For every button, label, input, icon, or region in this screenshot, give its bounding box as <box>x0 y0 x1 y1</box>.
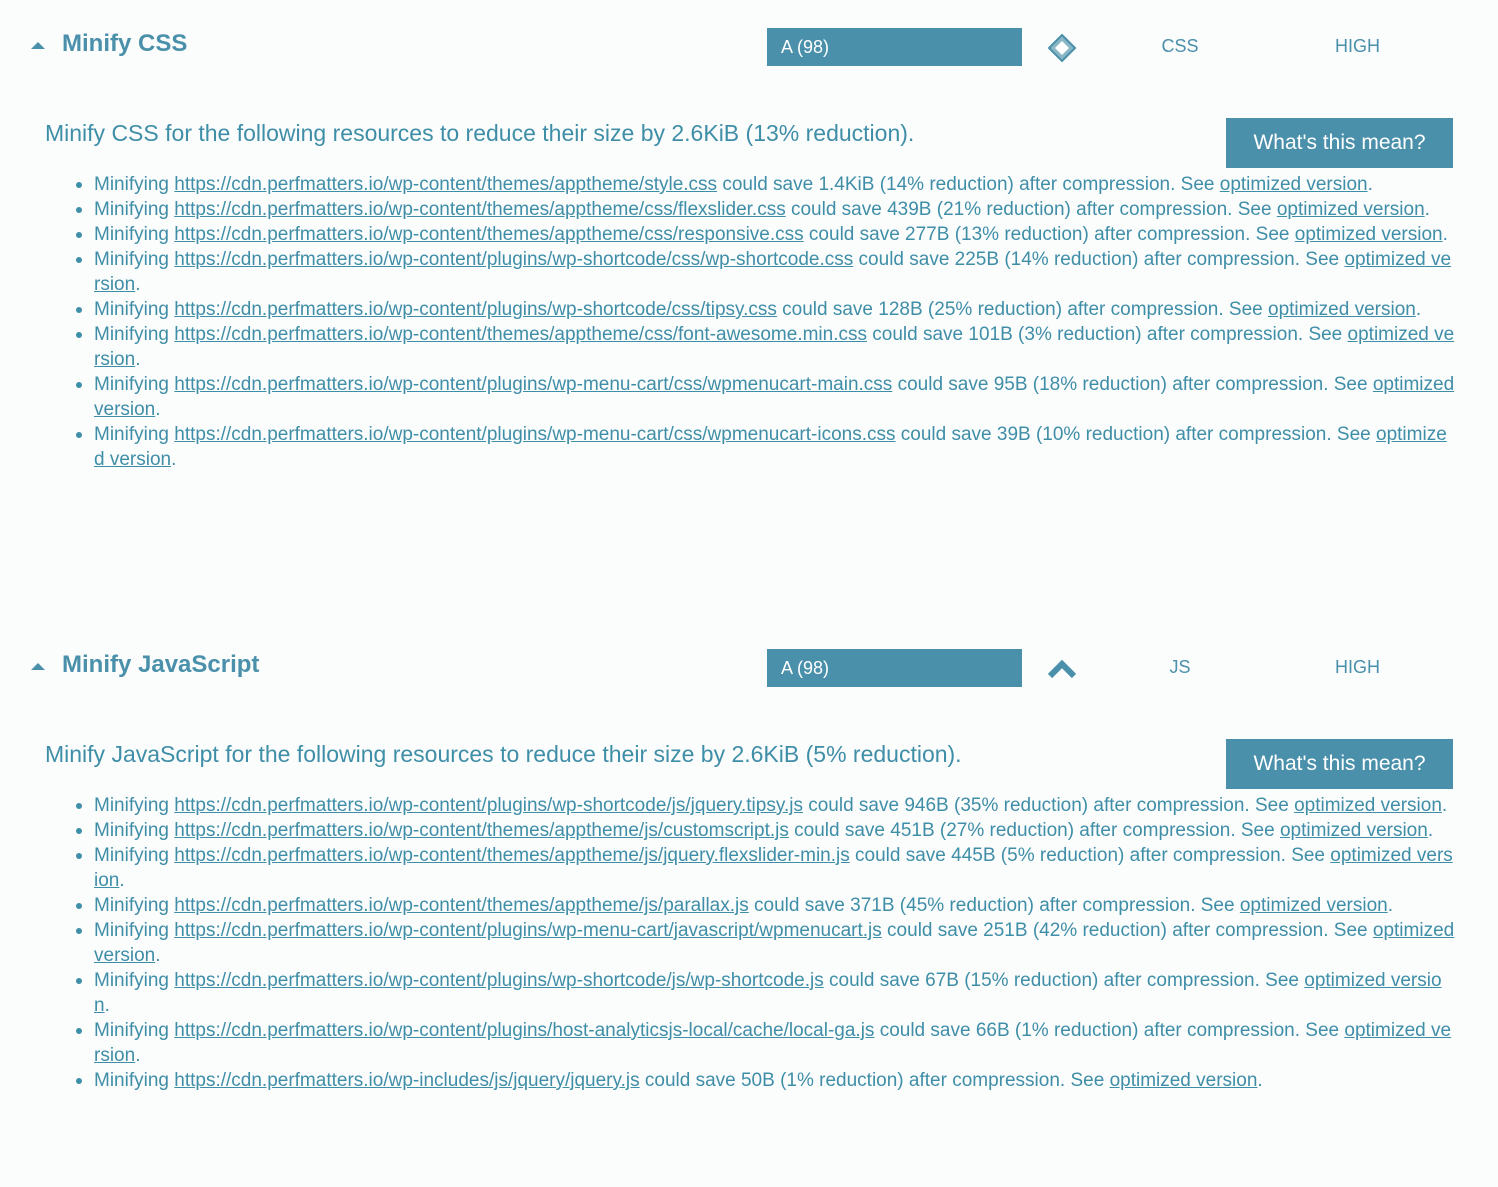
resource-url-link[interactable]: https://cdn.perfmatters.io/wp-content/pl… <box>174 249 853 270</box>
resource-url-link[interactable]: https://cdn.perfmatters.io/wp-content/pl… <box>174 970 823 991</box>
list-item: Minifying https://cdn.perfmatters.io/wp-… <box>76 297 1455 322</box>
list-item: Minifying https://cdn.perfmatters.io/wp-… <box>76 793 1455 818</box>
resource-list: Minifying https://cdn.perfmatters.io/wp-… <box>45 172 1455 472</box>
optimized-version-link[interactable]: optimized version <box>1268 299 1416 320</box>
recommendation-minify-css: Minify CSS A (98) CSS HIGH Minify CSS fo… <box>0 28 1498 470</box>
resource-type: JS <box>1169 657 1191 677</box>
recommendation-header[interactable]: Minify JavaScript A (98) JS HIGH <box>0 649 1498 689</box>
list-item: Minifying https://cdn.perfmatters.io/wp-… <box>76 1018 1455 1068</box>
resource-url-link[interactable]: https://cdn.perfmatters.io/wp-content/th… <box>174 224 803 245</box>
resource-url-link[interactable]: https://cdn.perfmatters.io/wp-content/th… <box>174 820 789 841</box>
resource-url-link[interactable]: https://cdn.perfmatters.io/wp-content/th… <box>174 895 749 916</box>
collapse-caret-icon[interactable] <box>31 42 45 49</box>
resource-url-link[interactable]: https://cdn.perfmatters.io/wp-includes/j… <box>174 1070 639 1091</box>
resource-url-link[interactable]: https://cdn.perfmatters.io/wp-content/th… <box>174 199 785 220</box>
list-item: Minifying https://cdn.perfmatters.io/wp-… <box>76 324 1455 370</box>
resource-url-link[interactable]: https://cdn.perfmatters.io/wp-content/pl… <box>174 920 882 941</box>
priority-label: HIGH <box>1335 36 1380 56</box>
collapse-caret-icon[interactable] <box>31 663 45 670</box>
resource-url-link[interactable]: https://cdn.perfmatters.io/wp-content/th… <box>174 845 850 866</box>
recommendation-title[interactable]: Minify JavaScript <box>62 651 259 679</box>
list-item: Minifying https://cdn.perfmatters.io/wp-… <box>76 222 1455 247</box>
optimized-version-link[interactable]: optimized version <box>1294 795 1442 816</box>
recommendation-minify-javascript: Minify JavaScript A (98) JS HIGH Minify … <box>0 649 1498 1091</box>
grade-bar: A (98) <box>767 28 1022 66</box>
grade-bar: A (98) <box>767 649 1022 687</box>
resource-url-link[interactable]: https://cdn.perfmatters.io/wp-content/th… <box>174 324 867 345</box>
list-item: Minifying https://cdn.perfmatters.io/wp-… <box>76 920 1455 966</box>
resource-url-link[interactable]: https://cdn.perfmatters.io/wp-content/pl… <box>174 424 895 445</box>
optimized-version-link[interactable]: optimized version <box>1277 199 1425 220</box>
optimized-version-link[interactable]: optimized version <box>1110 1070 1258 1091</box>
priority-label: HIGH <box>1335 657 1380 677</box>
chevron-up-icon <box>1047 659 1077 679</box>
resource-url-link[interactable]: https://cdn.perfmatters.io/wp-content/th… <box>174 174 717 195</box>
list-item: Minifying https://cdn.perfmatters.io/wp-… <box>76 893 1455 918</box>
recommendation-summary: Minify CSS for the following resources t… <box>45 120 915 146</box>
list-item: Minifying https://cdn.perfmatters.io/wp-… <box>76 1068 1455 1093</box>
optimized-version-link[interactable]: optimized version <box>1240 895 1388 916</box>
list-item: Minifying https://cdn.perfmatters.io/wp-… <box>76 818 1455 843</box>
resource-url-link[interactable]: https://cdn.perfmatters.io/wp-content/pl… <box>174 374 892 395</box>
recommendation-header[interactable]: Minify CSS A (98) CSS HIGH <box>0 28 1498 68</box>
whats-this-mean-button[interactable]: What's this mean? <box>1226 739 1453 789</box>
resource-type: CSS <box>1161 36 1199 56</box>
list-item: Minifying https://cdn.perfmatters.io/wp-… <box>76 247 1455 297</box>
recommendation-summary: Minify JavaScript for the following reso… <box>45 741 962 767</box>
list-item: Minifying https://cdn.perfmatters.io/wp-… <box>76 374 1455 420</box>
diamond-icon <box>1047 34 1077 62</box>
list-item: Minifying https://cdn.perfmatters.io/wp-… <box>76 843 1455 893</box>
optimized-version-link[interactable]: optimized version <box>1220 174 1368 195</box>
list-item: Minifying https://cdn.perfmatters.io/wp-… <box>76 422 1455 472</box>
list-item: Minifying https://cdn.perfmatters.io/wp-… <box>76 968 1455 1018</box>
list-item: Minifying https://cdn.perfmatters.io/wp-… <box>76 172 1455 197</box>
resource-list: Minifying https://cdn.perfmatters.io/wp-… <box>45 793 1455 1093</box>
optimized-version-link[interactable]: optimized version <box>1295 224 1443 245</box>
recommendation-title[interactable]: Minify CSS <box>62 30 187 58</box>
whats-this-mean-button[interactable]: What's this mean? <box>1226 118 1453 168</box>
resource-url-link[interactable]: https://cdn.perfmatters.io/wp-content/pl… <box>174 299 777 320</box>
resource-url-link[interactable]: https://cdn.perfmatters.io/wp-content/pl… <box>174 795 803 816</box>
list-item: Minifying https://cdn.perfmatters.io/wp-… <box>76 197 1455 222</box>
resource-url-link[interactable]: https://cdn.perfmatters.io/wp-content/pl… <box>174 1020 874 1041</box>
optimized-version-link[interactable]: optimized version <box>1280 820 1428 841</box>
